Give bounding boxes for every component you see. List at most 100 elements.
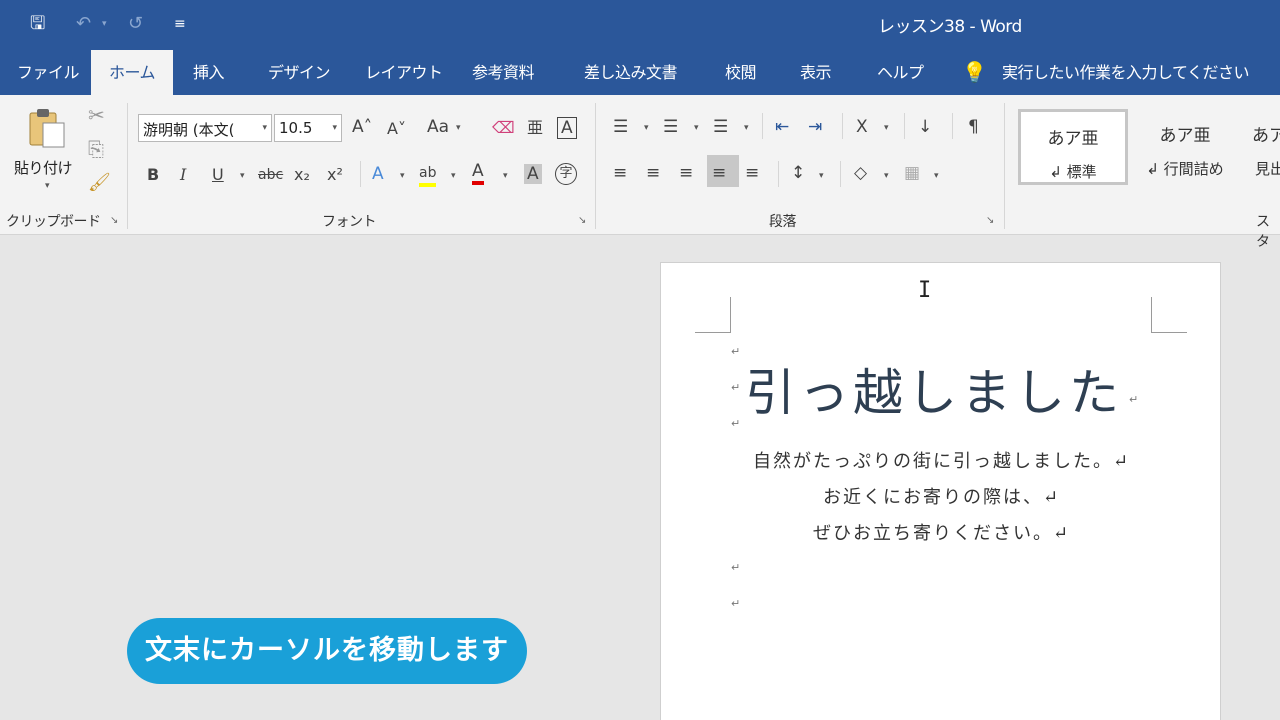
chevron-down-icon[interactable]: ▾ xyxy=(884,171,889,181)
paragraph-mark: ↵ xyxy=(731,345,741,358)
tab-review[interactable]: 校閲 xyxy=(725,50,757,95)
borders-icon[interactable]: ▦ xyxy=(904,163,920,183)
distributed-icon[interactable]: ≡ xyxy=(745,163,759,183)
tab-home[interactable]: ホーム xyxy=(91,50,173,95)
chevron-down-icon[interactable]: ▾ xyxy=(451,171,456,181)
style-normal[interactable]: あア亜 ↲ 標準 xyxy=(1018,109,1128,185)
customize-qat-icon[interactable]: ≡ xyxy=(174,12,186,36)
divider xyxy=(778,161,779,187)
paragraph-mark: ↵ xyxy=(731,597,741,610)
chevron-down-icon[interactable]: ▾ xyxy=(934,171,939,181)
numbering-icon[interactable]: ☰ xyxy=(663,117,678,137)
lightbulb-icon: 💡 xyxy=(962,60,987,84)
highlight-icon[interactable]: ab xyxy=(419,163,437,187)
increase-indent-icon[interactable]: ⇥ xyxy=(808,117,822,137)
strikethrough-button[interactable]: abc xyxy=(258,165,283,185)
style-heading[interactable]: あア 見出 xyxy=(1242,109,1280,185)
font-launcher-icon[interactable]: ↘ xyxy=(578,215,586,226)
line-spacing-icon[interactable]: ↕ xyxy=(791,163,805,183)
undo-dropdown-icon[interactable]: ▾ xyxy=(102,12,107,36)
tab-insert[interactable]: 挿入 xyxy=(193,50,225,95)
tab-view[interactable]: 表示 xyxy=(800,50,832,95)
window-title: レッスン38 - Word xyxy=(878,17,1022,37)
clear-format-icon[interactable]: ⌫ xyxy=(492,118,515,138)
change-case-icon[interactable]: Aa xyxy=(427,117,449,137)
tab-file[interactable]: ファイル xyxy=(17,50,80,95)
align-left-icon[interactable]: ≡ xyxy=(613,163,627,183)
clipboard-launcher-icon[interactable]: ↘ xyxy=(110,215,118,226)
chevron-down-icon[interactable]: ▾ xyxy=(819,171,824,181)
paste-button[interactable]: 貼り付け xyxy=(14,157,73,178)
tab-help[interactable]: ヘルプ xyxy=(877,50,924,95)
underline-button[interactable]: U xyxy=(212,165,224,185)
document-line[interactable]: 自然がたっぷりの街に引っ越しました。↵ xyxy=(661,447,1222,473)
cut-icon[interactable]: ✂ xyxy=(88,105,105,125)
text-effects-icon[interactable]: A xyxy=(372,164,384,184)
style-name: 見出 xyxy=(1255,160,1280,178)
paragraph-launcher-icon[interactable]: ↘ xyxy=(986,215,994,226)
chevron-down-icon[interactable]: ▾ xyxy=(400,171,405,181)
font-color-icon[interactable]: A xyxy=(472,161,484,185)
tab-references[interactable]: 参考資料 xyxy=(472,50,535,95)
shrink-font-icon[interactable]: A˅ xyxy=(387,119,406,139)
phonetic-guide-icon[interactable]: 亜 xyxy=(527,118,543,138)
divider xyxy=(904,113,905,139)
group-label-font: フォント xyxy=(322,214,377,230)
character-border-icon[interactable]: A xyxy=(557,117,577,139)
undo-icon[interactable]: ↶ xyxy=(76,12,91,36)
chevron-down-icon[interactable]: ▾ xyxy=(332,123,337,133)
bold-button[interactable]: B xyxy=(147,165,159,185)
bullets-icon[interactable]: ☰ xyxy=(613,117,628,137)
chevron-down-icon[interactable]: ▾ xyxy=(884,123,889,133)
tab-mailings[interactable]: 差し込み文書 xyxy=(584,50,678,95)
grow-font-icon[interactable]: A˄ xyxy=(352,117,372,137)
document-title[interactable]: 引っ越しました xyxy=(745,353,1123,425)
justify-icon[interactable]: ≡ xyxy=(712,163,726,183)
multilevel-list-icon[interactable]: ☰ xyxy=(713,117,728,137)
group-label-clipboard: クリップボード xyxy=(6,214,101,230)
tell-me-search[interactable]: 実行したい作業を入力してください xyxy=(1002,50,1250,95)
paragraph-mark: ↵ xyxy=(731,381,741,394)
paragraph-shading-icon[interactable]: ◇ xyxy=(854,163,867,183)
divider xyxy=(595,103,596,229)
asian-layout-icon[interactable]: X xyxy=(856,117,868,137)
divider xyxy=(842,113,843,139)
ribbon-tabs: ファイル ホーム 挿入 デザイン レイアウト 参考資料 差し込み文書 校閲 表示… xyxy=(0,50,1280,95)
sort-icon[interactable]: ↓ xyxy=(918,117,932,137)
paste-icon[interactable] xyxy=(26,107,68,149)
group-label-paragraph: 段落 xyxy=(769,214,797,230)
font-name-combo[interactable]: 游明朝 (本文( ▾ xyxy=(138,114,272,142)
tab-design[interactable]: デザイン xyxy=(268,50,331,95)
superscript-button[interactable]: x² xyxy=(327,165,343,185)
chevron-down-icon[interactable]: ▾ xyxy=(503,171,508,181)
align-right-icon[interactable]: ≡ xyxy=(679,163,693,183)
tab-layout[interactable]: レイアウト xyxy=(365,50,443,95)
chevron-down-icon[interactable]: ▾ xyxy=(45,181,50,191)
divider xyxy=(360,161,361,187)
format-painter-icon[interactable]: 🖌 xyxy=(88,173,111,193)
character-shading-icon[interactable]: A xyxy=(524,164,542,184)
align-center-icon[interactable]: ≡ xyxy=(646,163,660,183)
show-marks-icon[interactable]: ¶ xyxy=(968,117,979,137)
document-line[interactable]: お近くにお寄りの際は、↵ xyxy=(661,483,1222,509)
decrease-indent-icon[interactable]: ⇤ xyxy=(775,117,789,137)
divider xyxy=(952,113,953,139)
font-size-combo[interactable]: 10.5 ▾ xyxy=(274,114,342,142)
style-name: ↲ 標準 xyxy=(1049,163,1097,181)
italic-button[interactable]: I xyxy=(180,165,186,185)
save-icon[interactable]: 🖫 xyxy=(30,12,45,36)
margin-corner-mark xyxy=(1151,297,1187,333)
chevron-down-icon[interactable]: ▾ xyxy=(644,123,649,133)
chevron-down-icon[interactable]: ▾ xyxy=(262,123,267,133)
copy-icon[interactable]: ⎘ xyxy=(88,139,104,159)
enclose-characters-icon[interactable]: 字 xyxy=(555,163,577,185)
chevron-down-icon[interactable]: ▾ xyxy=(744,123,749,133)
style-no-spacing[interactable]: あア亜 ↲ 行間詰め xyxy=(1130,109,1240,185)
redo-icon[interactable]: ↺ xyxy=(128,12,143,36)
chevron-down-icon[interactable]: ▾ xyxy=(694,123,699,133)
subscript-button[interactable]: x₂ xyxy=(294,165,310,185)
chevron-down-icon[interactable]: ▾ xyxy=(456,123,461,133)
document-line[interactable]: ぜひお立ち寄りください。↵ xyxy=(661,519,1222,545)
document-page[interactable]: ↵ ↵ 引っ越しました ↵ ↵ 自然がたっぷりの街に引っ越しました。↵ お近くに… xyxy=(660,262,1221,720)
chevron-down-icon[interactable]: ▾ xyxy=(240,171,245,181)
